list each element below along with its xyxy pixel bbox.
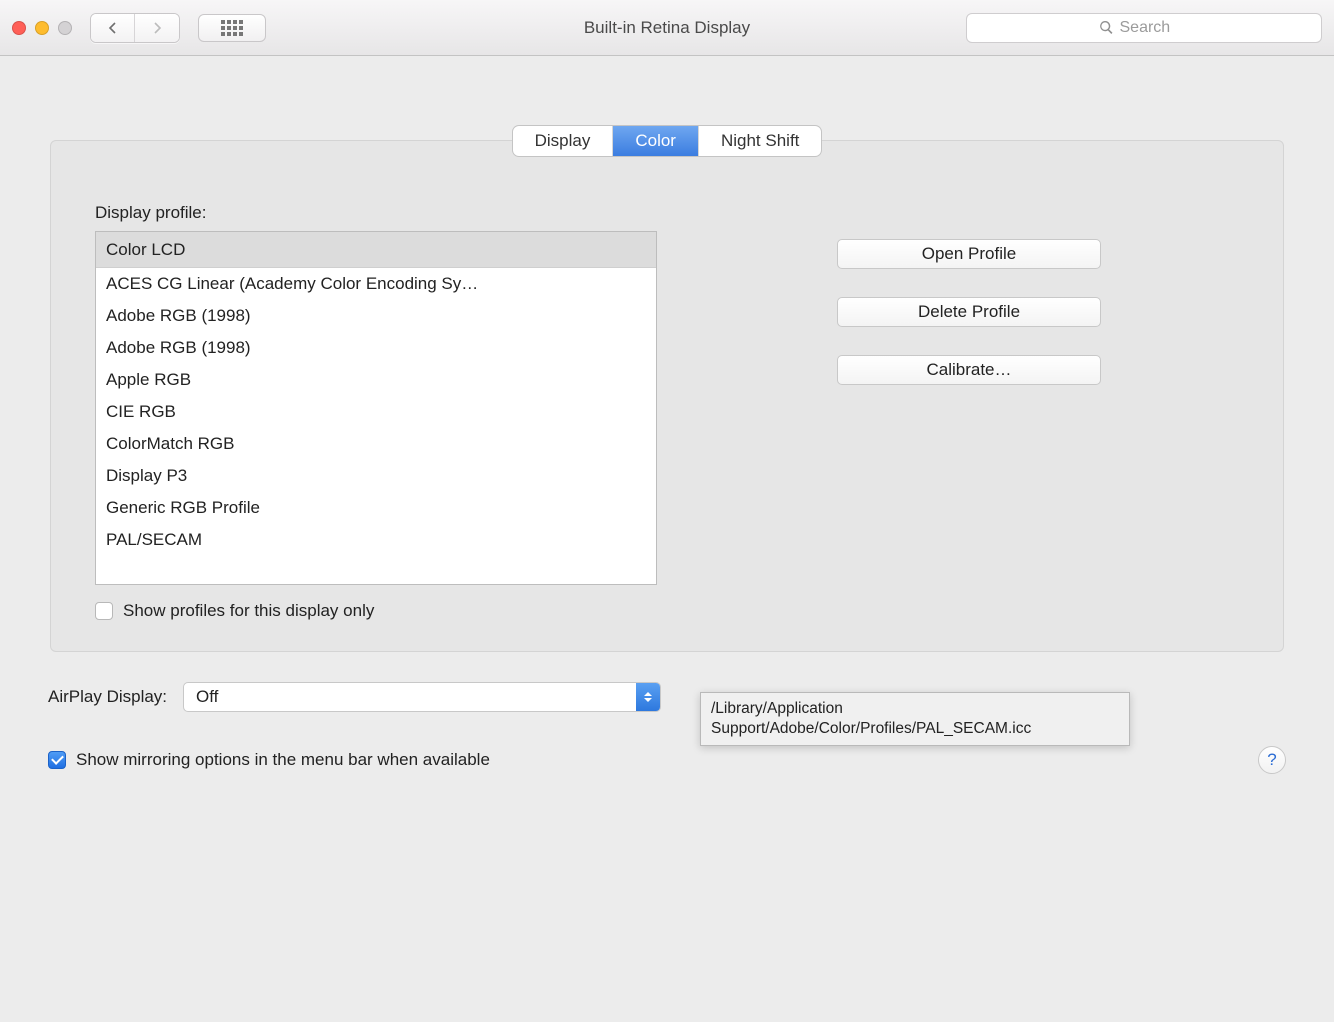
tooltip: /Library/Application Support/Adobe/Color…	[700, 692, 1130, 746]
profile-item[interactable]: Adobe RGB (1998)	[96, 300, 656, 332]
window-controls	[12, 21, 72, 35]
profile-item[interactable]: Color LCD	[96, 232, 656, 268]
show-profiles-checkbox[interactable]	[95, 602, 113, 620]
profile-list[interactable]: Color LCDACES CG Linear (Academy Color E…	[95, 231, 657, 585]
profile-item[interactable]: ColorMatch RGB	[96, 428, 656, 460]
airplay-select[interactable]: Off	[183, 682, 661, 712]
profile-item[interactable]: Apple RGB	[96, 364, 656, 396]
segmented-tabs: Display Color Night Shift	[513, 126, 822, 156]
help-button[interactable]: ?	[1258, 746, 1286, 774]
profile-item[interactable]: ACES CG Linear (Academy Color Encoding S…	[96, 268, 656, 300]
close-window-button[interactable]	[12, 21, 26, 35]
calibrate-button[interactable]: Calibrate…	[837, 355, 1101, 385]
tab-display[interactable]: Display	[513, 126, 614, 156]
zoom-window-button[interactable]	[58, 21, 72, 35]
mirroring-label: Show mirroring options in the menu bar w…	[76, 750, 490, 770]
show-all-button[interactable]	[198, 14, 266, 42]
search-input[interactable]	[1120, 19, 1190, 37]
tab-night-shift[interactable]: Night Shift	[699, 126, 821, 156]
profile-item[interactable]: CIE RGB	[96, 396, 656, 428]
profile-item[interactable]: Generic RGB Profile	[96, 492, 656, 524]
airplay-value: Off	[196, 687, 218, 707]
profile-item[interactable]: PAL/SECAM	[96, 524, 656, 556]
search-field[interactable]	[966, 13, 1322, 43]
delete-profile-button[interactable]: Delete Profile	[837, 297, 1101, 327]
open-profile-button[interactable]: Open Profile	[837, 239, 1101, 269]
mirroring-checkbox[interactable]	[48, 751, 66, 769]
search-icon	[1099, 20, 1114, 35]
color-panel: Display profile: Color LCDACES CG Linear…	[50, 140, 1284, 652]
grid-icon	[221, 20, 243, 36]
profile-item[interactable]: Adobe RGB (1998)	[96, 332, 656, 364]
tab-color[interactable]: Color	[613, 126, 699, 156]
mirroring-checkbox-row[interactable]: Show mirroring options in the menu bar w…	[48, 750, 490, 770]
back-button[interactable]	[91, 14, 135, 42]
content: Display Color Night Shift Display profil…	[0, 126, 1334, 794]
show-profiles-checkbox-row[interactable]: Show profiles for this display only	[95, 601, 657, 621]
profile-item[interactable]: Display P3	[96, 460, 656, 492]
tab-bar: Display Color Night Shift	[0, 126, 1334, 156]
show-profiles-label: Show profiles for this display only	[123, 601, 374, 621]
bottom-area: AirPlay Display: Off Show mirroring opti…	[0, 652, 1334, 774]
airplay-label: AirPlay Display:	[48, 687, 167, 707]
stepper-icon	[636, 683, 660, 711]
nav-back-forward	[90, 13, 180, 43]
minimize-window-button[interactable]	[35, 21, 49, 35]
display-profile-label: Display profile:	[95, 203, 657, 223]
forward-button[interactable]	[135, 14, 179, 42]
titlebar: Built-in Retina Display	[0, 0, 1334, 56]
